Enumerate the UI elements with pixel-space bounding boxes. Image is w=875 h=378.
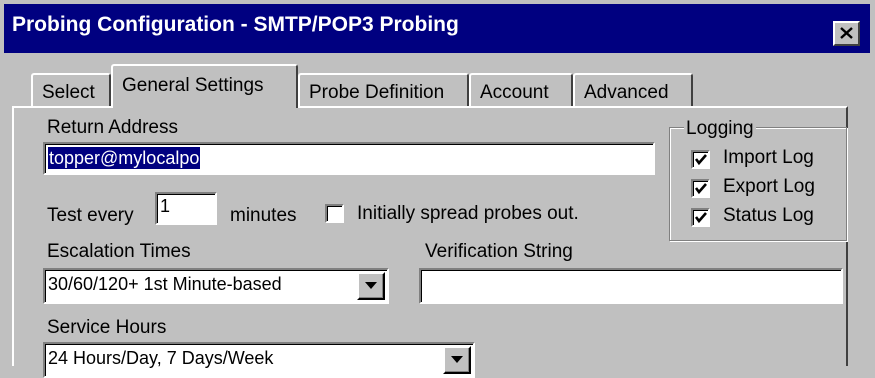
tab-label: Advanced bbox=[584, 82, 669, 103]
tab-label: Account bbox=[480, 82, 549, 103]
return-address-value: topper@mylocalpo bbox=[48, 147, 201, 169]
active-tab-joiner bbox=[113, 104, 296, 108]
close-icon bbox=[840, 27, 853, 39]
checkmark-icon bbox=[694, 212, 707, 224]
status-log-label: Status Log bbox=[723, 205, 814, 226]
test-every-value: 1 bbox=[160, 196, 171, 216]
tab-probe-definition[interactable]: Probe Definition bbox=[298, 73, 469, 108]
service-hours-label: Service Hours bbox=[47, 317, 167, 338]
spread-probes-checkbox[interactable] bbox=[325, 204, 344, 223]
export-log-checkbox[interactable] bbox=[691, 179, 710, 198]
status-log-checkbox[interactable] bbox=[691, 208, 710, 227]
verification-string-input[interactable] bbox=[419, 268, 843, 304]
logging-group-title: Logging bbox=[684, 118, 756, 140]
tab-advanced[interactable]: Advanced bbox=[573, 73, 693, 108]
test-every-input[interactable]: 1 bbox=[155, 192, 217, 225]
import-log-label: Import Log bbox=[723, 147, 814, 168]
verification-string-label: Verification String bbox=[425, 241, 573, 262]
tab-label: Probe Definition bbox=[309, 82, 445, 103]
minutes-label: minutes bbox=[230, 205, 297, 226]
checkmark-icon bbox=[694, 154, 707, 166]
chevron-down-icon bbox=[451, 356, 463, 363]
export-log-label: Export Log bbox=[723, 176, 815, 197]
tab-label: Select bbox=[42, 82, 95, 103]
escalation-dropdown-button[interactable] bbox=[357, 272, 385, 300]
escalation-times-dropdown[interactable]: 30/60/120+ 1st Minute-based bbox=[43, 268, 389, 304]
chevron-down-icon bbox=[365, 282, 377, 289]
escalation-times-value: 30/60/120+ 1st Minute-based bbox=[48, 274, 282, 294]
checkmark-icon bbox=[694, 183, 707, 195]
return-address-label: Return Address bbox=[47, 117, 178, 138]
spread-probes-label: Initially spread probes out. bbox=[357, 203, 579, 224]
service-hours-dropdown-button[interactable] bbox=[443, 346, 471, 374]
window-title: Probing Configuration - SMTP/POP3 Probin… bbox=[12, 13, 459, 36]
import-log-checkbox[interactable] bbox=[691, 150, 710, 169]
return-address-input[interactable]: topper@mylocalpo bbox=[43, 142, 655, 175]
service-hours-value: 24 Hours/Day, 7 Days/Week bbox=[48, 348, 274, 368]
tab-select[interactable]: Select bbox=[31, 73, 111, 108]
service-hours-dropdown[interactable]: 24 Hours/Day, 7 Days/Week bbox=[43, 342, 475, 378]
tab-label: General Settings bbox=[122, 75, 264, 96]
title-bar[interactable]: Probing Configuration - SMTP/POP3 Probin… bbox=[4, 4, 870, 53]
close-button[interactable] bbox=[833, 21, 860, 46]
escalation-times-label: Escalation Times bbox=[47, 241, 191, 262]
probing-configuration-dialog: Probing Configuration - SMTP/POP3 Probin… bbox=[0, 0, 875, 378]
test-every-label: Test every bbox=[47, 205, 134, 226]
tab-general-settings[interactable]: General Settings bbox=[111, 64, 298, 108]
tab-account[interactable]: Account bbox=[469, 73, 573, 108]
